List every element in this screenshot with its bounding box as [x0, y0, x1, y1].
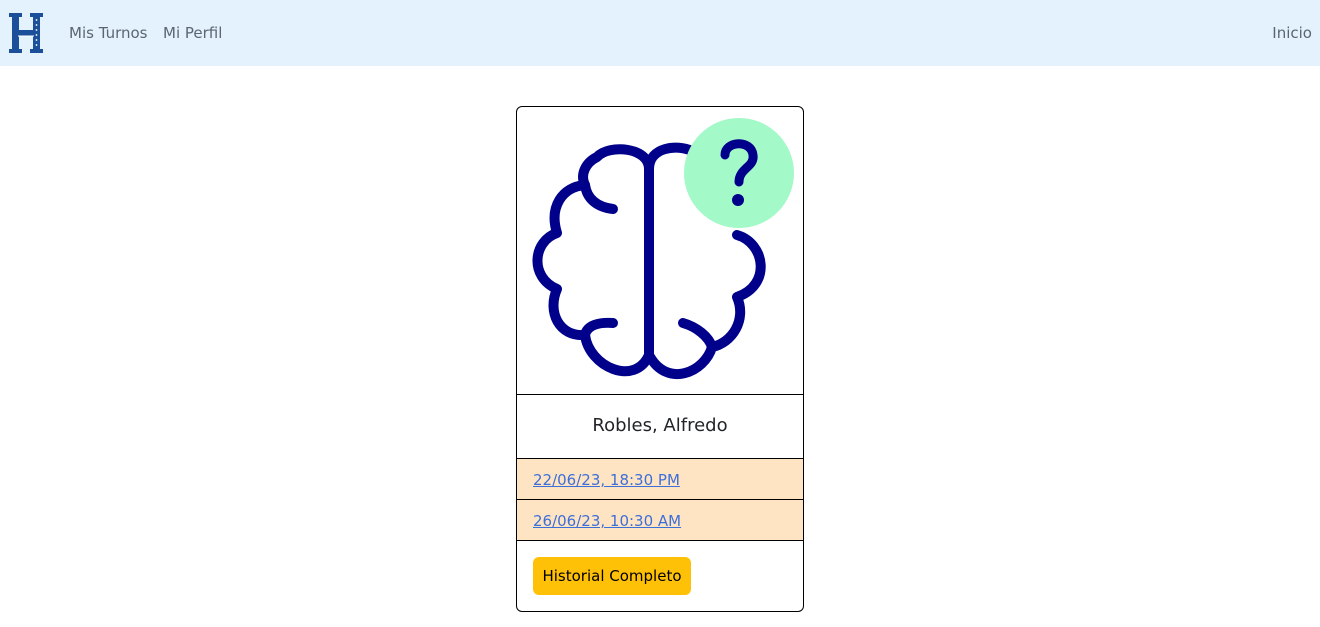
appointment-link[interactable]: 22/06/23, 18:30 PM — [533, 470, 680, 490]
historial-completo-button[interactable]: Historial Completo — [533, 557, 691, 595]
card-title-section: Robles, Alfredo — [517, 394, 803, 459]
appointment-link[interactable]: 26/06/23, 10:30 AM — [533, 511, 681, 531]
card-image — [517, 107, 803, 394]
doctor-name: Robles, Alfredo — [592, 415, 728, 436]
doctor-card: Robles, Alfredo 22/06/23, 18:30 PM 26/06… — [516, 106, 804, 612]
nav-link-mis-turnos[interactable]: Mis Turnos — [69, 23, 148, 43]
top-navbar: Mis Turnos Mi Perfil Inicio — [0, 0, 1320, 66]
appointment-item: 22/06/23, 18:30 PM — [517, 459, 803, 500]
nav-link-inicio[interactable]: Inicio — [1272, 23, 1312, 43]
hospital-h-logo-icon[interactable] — [8, 12, 44, 54]
appointment-item: 26/06/23, 10:30 AM — [517, 500, 803, 541]
nav-link-mi-perfil[interactable]: Mi Perfil — [163, 23, 222, 43]
brain-question-icon — [532, 118, 794, 379]
